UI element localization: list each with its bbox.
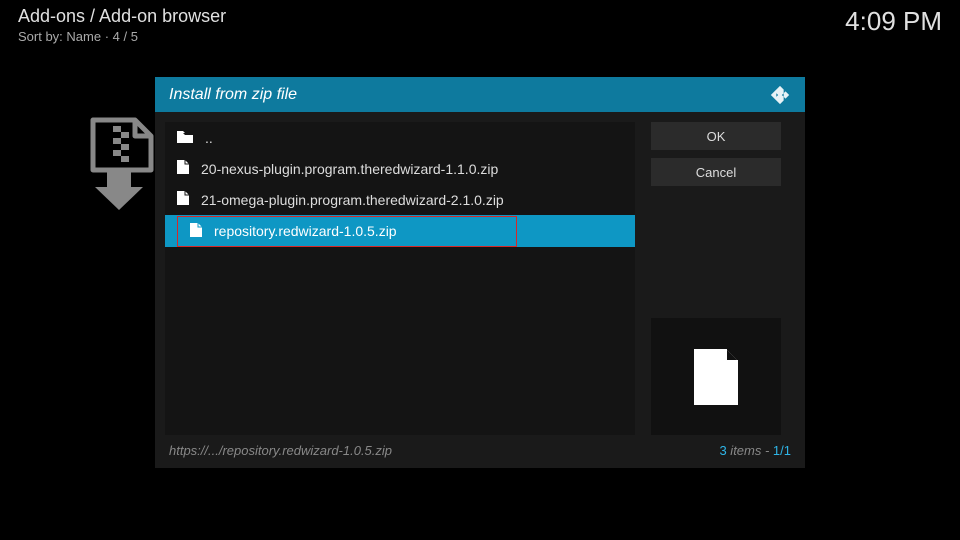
file-preview-icon bbox=[692, 347, 740, 407]
file-row[interactable]: 21-omega-plugin.program.theredwizard-2.1… bbox=[165, 184, 635, 215]
file-label: 21-omega-plugin.program.theredwizard-2.1… bbox=[201, 192, 504, 208]
clock: 4:09 PM bbox=[845, 6, 942, 37]
file-preview bbox=[651, 318, 781, 435]
file-icon bbox=[177, 191, 189, 208]
footer-item-count: 3 items - 1/1 bbox=[719, 443, 791, 458]
file-list[interactable]: .. 20-nexus-plugin.program.theredwizard-… bbox=[165, 122, 635, 435]
folder-icon bbox=[177, 130, 193, 146]
dialog-titlebar: Install from zip file bbox=[155, 77, 805, 112]
kodi-logo-icon bbox=[769, 84, 791, 106]
footer-path: https://.../repository.redwizard-1.0.5.z… bbox=[169, 443, 392, 458]
file-label: .. bbox=[205, 130, 213, 146]
cancel-button[interactable]: Cancel bbox=[651, 158, 781, 186]
ok-button[interactable]: OK bbox=[651, 122, 781, 150]
file-icon bbox=[190, 223, 202, 240]
dialog-title: Install from zip file bbox=[169, 86, 297, 104]
file-icon bbox=[177, 160, 189, 177]
file-row-selected[interactable]: repository.redwizard-1.0.5.zip bbox=[165, 215, 635, 247]
file-row[interactable]: 20-nexus-plugin.program.theredwizard-1.1… bbox=[165, 153, 635, 184]
zip-install-icon bbox=[83, 112, 161, 212]
parent-directory-row[interactable]: .. bbox=[165, 122, 635, 153]
sort-by-label: Sort by: Name · 4 / 5 bbox=[18, 29, 942, 44]
install-zip-dialog: Install from zip file .. 20-nexus-plugin… bbox=[155, 77, 805, 468]
breadcrumb: Add-ons / Add-on browser bbox=[18, 6, 942, 27]
file-label: 20-nexus-plugin.program.theredwizard-1.1… bbox=[201, 161, 498, 177]
file-label: repository.redwizard-1.0.5.zip bbox=[214, 223, 397, 239]
